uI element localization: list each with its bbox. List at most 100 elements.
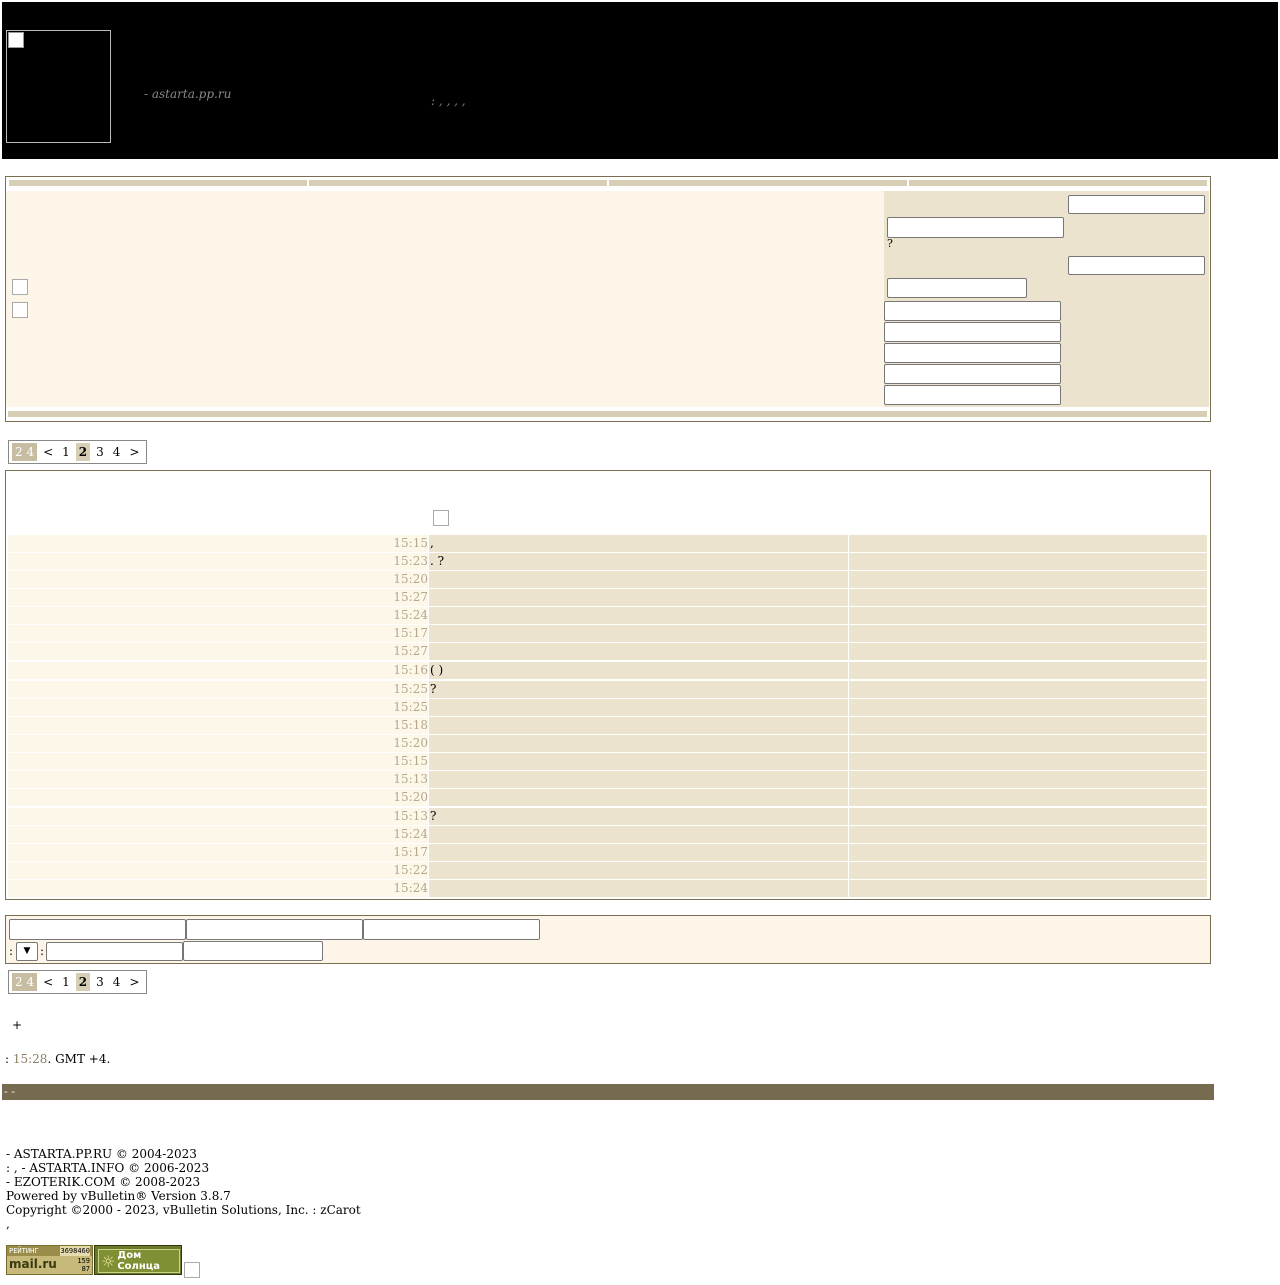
thread-row[interactable]: 15:15, [8, 535, 1207, 552]
dom-solnca-banner[interactable]: ☼ Дом Солнца [94, 1245, 182, 1275]
thread-title[interactable]: ? [429, 681, 848, 698]
thread-row[interactable]: 15:16( ) [8, 662, 1207, 679]
thread-title[interactable] [429, 717, 848, 734]
thread-row[interactable]: 15:15 [8, 753, 1207, 770]
thread-last-post-time: 15:15 [8, 753, 428, 770]
thread-title[interactable] [429, 735, 848, 752]
thread-title[interactable] [429, 699, 848, 716]
breadcrumb-panel [6, 191, 884, 407]
thread-row[interactable]: 15:17 [8, 844, 1207, 861]
thread-row[interactable]: 15:13? [8, 808, 1207, 825]
list-header-icon [433, 510, 449, 526]
thread-last-post-time: 15:15 [8, 535, 428, 552]
nav-tab-1[interactable] [9, 180, 307, 186]
login-link-4[interactable] [884, 364, 1061, 384]
thread-row[interactable]: 15:24 [8, 607, 1207, 624]
page-link-1[interactable]: 1 [59, 443, 73, 461]
thread-last-post-time: 15:27 [8, 589, 428, 606]
thread-title[interactable] [429, 880, 848, 897]
thread-last-post-time: 15:25 [8, 681, 428, 698]
mailru-rating-counter[interactable]: РЕЙТИНГ 3698460 mail.ru 159 87 [6, 1245, 93, 1275]
page-link-1-bottom[interactable]: 1 [59, 973, 73, 991]
remember-me-field[interactable] [887, 217, 1064, 238]
thread-last-post-time: 15:20 [8, 789, 428, 806]
prev-page-link[interactable]: < [40, 443, 56, 461]
thread-row[interactable]: 15:24 [8, 826, 1207, 843]
thread-last-post-time: 15:24 [8, 607, 428, 624]
login-link-1[interactable] [884, 301, 1061, 321]
nav-bit-icon[interactable] [12, 302, 28, 318]
thread-row[interactable]: 15:27 [8, 589, 1207, 606]
thread-last-post-time: 15:17 [8, 625, 428, 642]
page-info-bottom: 2 4 [12, 973, 38, 991]
login-link-5[interactable] [884, 385, 1061, 405]
page-info: 2 4 [12, 443, 38, 461]
page-link-3-bottom[interactable]: 3 [93, 973, 107, 991]
page-link-4[interactable]: 4 [110, 443, 124, 461]
thread-title[interactable] [429, 862, 848, 879]
thread-title[interactable]: ? [429, 808, 848, 825]
thread-last-post-time: 15:25 [8, 699, 428, 716]
nav-tab-4[interactable] [909, 180, 1207, 186]
page-link-3[interactable]: 3 [93, 443, 107, 461]
expand-toggle[interactable]: + [12, 1018, 22, 1032]
site-logo[interactable] [6, 30, 111, 143]
thread-title[interactable]: . ? [429, 553, 848, 570]
page-link-4-bottom[interactable]: 4 [110, 973, 124, 991]
mailru-label: mail.ru [9, 1257, 57, 1271]
order-field[interactable] [46, 942, 183, 961]
rating-label: РЕЙТИНГ [9, 1247, 39, 1255]
thread-title[interactable] [429, 571, 848, 588]
thread-row[interactable]: 15:23. ? [8, 553, 1207, 570]
password-field[interactable] [1068, 256, 1205, 275]
search-field-2[interactable] [186, 919, 363, 940]
next-page-link-bottom[interactable]: > [126, 973, 142, 991]
thread-title[interactable] [429, 844, 848, 861]
prev-page-link-bottom[interactable]: < [40, 973, 56, 991]
thread-row[interactable]: 15:25 [8, 699, 1207, 716]
nav-tab-3[interactable] [609, 180, 907, 186]
login-button[interactable] [887, 278, 1027, 298]
page-current: 2 [75, 443, 91, 461]
forum-home-icon[interactable] [12, 279, 28, 295]
username-field[interactable] [1068, 195, 1205, 214]
search-field-1[interactable] [9, 919, 186, 940]
page-current-bottom: 2 [75, 973, 91, 991]
nav-tab-2[interactable] [309, 180, 607, 186]
thread-row[interactable]: 15:18 [8, 717, 1207, 734]
thread-last-post-time: 15:23 [8, 553, 428, 570]
thread-row[interactable]: 15:20 [8, 735, 1207, 752]
thread-row[interactable]: 15:20 [8, 571, 1207, 588]
next-page-link[interactable]: > [126, 443, 142, 461]
login-link-2[interactable] [884, 322, 1061, 342]
thread-title[interactable] [429, 589, 848, 606]
thread-title[interactable] [429, 607, 848, 624]
thread-title[interactable] [429, 789, 848, 806]
show-threads-button[interactable] [183, 941, 323, 961]
thread-title[interactable] [429, 826, 848, 843]
sort-select[interactable]: ▼ [16, 942, 38, 961]
thread-row[interactable]: 15:27 [8, 643, 1207, 660]
search-field-3[interactable] [363, 919, 540, 940]
thread-row[interactable]: 15:17 [8, 625, 1207, 642]
thread-row[interactable]: 15:13 [8, 771, 1207, 788]
footer-line-5: Copyright ©2000 - 2023, vBulletin Soluti… [6, 1203, 361, 1217]
thread-row[interactable]: 15:24 [8, 880, 1207, 897]
thread-row[interactable]: 15:22 [8, 862, 1207, 879]
login-panel: ? [884, 191, 1209, 407]
thread-row[interactable]: 15:25? [8, 681, 1207, 698]
thread-title[interactable]: , [429, 535, 848, 552]
thread-row[interactable]: 15:20 [8, 789, 1207, 806]
login-link-3[interactable] [884, 343, 1061, 363]
thread-stats-cell [849, 771, 1207, 788]
thread-title[interactable] [429, 625, 848, 642]
chevron-down-icon: ▼ [23, 946, 31, 956]
thread-title[interactable] [429, 753, 848, 770]
thread-title[interactable] [429, 771, 848, 788]
footer-line-2: : , - ASTARTA.INFO © 2006-2023 [6, 1161, 210, 1175]
thread-title[interactable] [429, 643, 848, 660]
thread-title[interactable]: ( ) [429, 662, 848, 679]
thread-stats-cell [849, 571, 1207, 588]
footer-line-1: - ASTARTA.PP.RU © 2004-2023 [6, 1147, 197, 1161]
thread-last-post-time: 15:20 [8, 571, 428, 588]
